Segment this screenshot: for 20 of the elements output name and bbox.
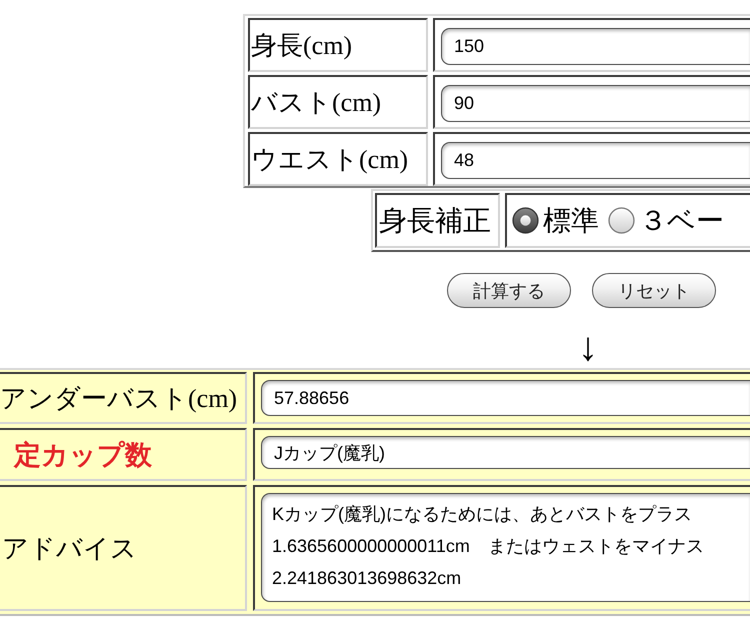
radio-button[interactable] [512, 207, 539, 234]
output-field[interactable]: 57.88656 [261, 380, 750, 416]
field-label: 身長補正 [375, 193, 500, 248]
radio-label[interactable]: 標準 [543, 202, 599, 240]
input-field[interactable]: 90 [441, 85, 750, 122]
output-field[interactable]: Jカップ(魔乳) [261, 436, 750, 469]
field-label: アドバイス [0, 485, 247, 611]
field-label: バスト(cm) [248, 75, 428, 129]
field-label: アンダーバスト(cm) [0, 372, 247, 424]
input-field[interactable]: 150 [441, 28, 750, 65]
text-area[interactable]: Kカップ(魔乳)になるためには、あとバストをプラス 1.6365600000000011cm またはウェストをマイナス 2.241863013698632cm [261, 493, 750, 602]
field-label: ウエスト(cm) [248, 132, 428, 186]
down-arrow: ↓ [578, 326, 598, 368]
calculate-button[interactable]: 計算する [447, 273, 571, 308]
field-label: 身長(cm) [248, 18, 428, 72]
radio-button[interactable] [608, 207, 635, 234]
input-field[interactable]: 48 [441, 142, 750, 179]
reset-button[interactable]: リセット [592, 273, 716, 308]
field-label: 定カップ数 [0, 428, 247, 481]
radio-label[interactable]: ３ベー [639, 202, 724, 240]
